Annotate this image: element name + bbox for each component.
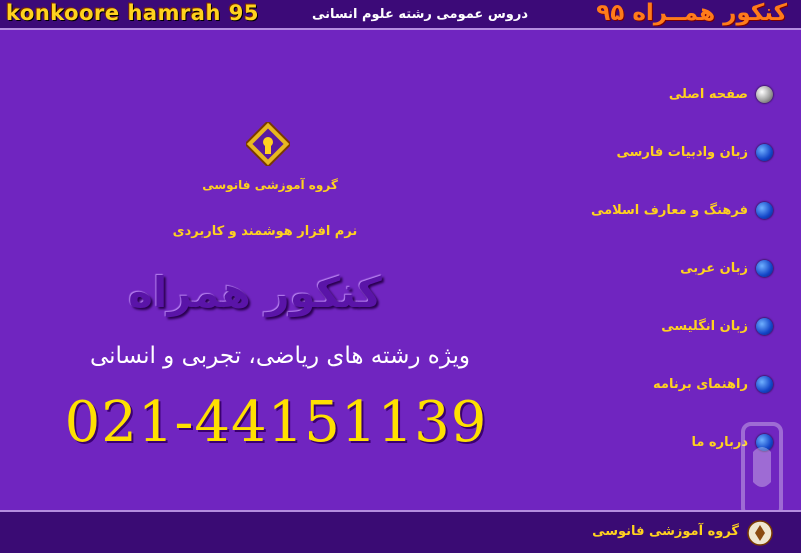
orb-bullet-icon xyxy=(756,260,773,277)
menu-item-label: زبان عربی xyxy=(680,261,748,276)
orb-bullet-icon xyxy=(756,376,773,393)
menu-item-home[interactable]: صفحه اصلی xyxy=(669,86,773,103)
group-logo-icon xyxy=(747,520,773,546)
menu-item-label: راهنمای برنامه xyxy=(653,377,748,392)
orb-bullet-icon xyxy=(756,202,773,219)
orb-bullet-icon xyxy=(756,144,773,161)
phone-number: 021-44151139 xyxy=(64,390,488,455)
main-panel: گروه آموزشی فانوسی نرم افزار هوشمند و کا… xyxy=(0,30,801,518)
logo-caption: گروه آموزشی فانوسی xyxy=(202,178,338,192)
app-title-persian: کنکور همــراه ۹۵ xyxy=(596,0,787,26)
menu-item-arabic[interactable]: زبان عربی xyxy=(680,260,773,277)
menu-item-label: صفحه اصلی xyxy=(668,87,748,102)
target-fields-text: ویژه رشته های ریاضی، تجربی و انسانی xyxy=(89,343,471,369)
app-subtitle: دروس عمومی رشته علوم انسانی xyxy=(311,7,529,22)
menu-item-label: درباره ما xyxy=(691,435,748,450)
orb-bullet-icon xyxy=(756,318,773,335)
orb-bullet-icon xyxy=(756,86,773,103)
menu-item-english[interactable]: زبان انگلیسی xyxy=(661,318,773,335)
menu-item-islamic-studies[interactable]: فرهنگ و معارف اسلامی xyxy=(591,202,773,219)
footer-group-name: گروه آموزشی فانوسی xyxy=(592,524,739,539)
app-footer: گروه آموزشی فانوسی xyxy=(0,510,801,553)
brand-title: کنکور همراه xyxy=(128,268,382,317)
menu-item-label: فرهنگ و معارف اسلامی xyxy=(590,203,748,218)
menu-item-label: زبان وادبیات فارسی xyxy=(616,145,748,160)
lantern-logo-icon xyxy=(246,122,290,166)
app-title-english: konkoore hamrah 95 xyxy=(6,1,259,25)
phone-watermark-icon xyxy=(741,422,783,518)
menu-item-help[interactable]: راهنمای برنامه xyxy=(653,376,773,393)
menu-item-persian-literature[interactable]: زبان وادبیات فارسی xyxy=(616,144,773,161)
menu-item-label: زبان انگلیسی xyxy=(661,319,748,334)
software-tagline: نرم افزار هوشمند و کاربردی xyxy=(172,224,358,239)
app-header: konkoore hamrah 95 دروس عمومی رشته علوم … xyxy=(0,0,801,30)
